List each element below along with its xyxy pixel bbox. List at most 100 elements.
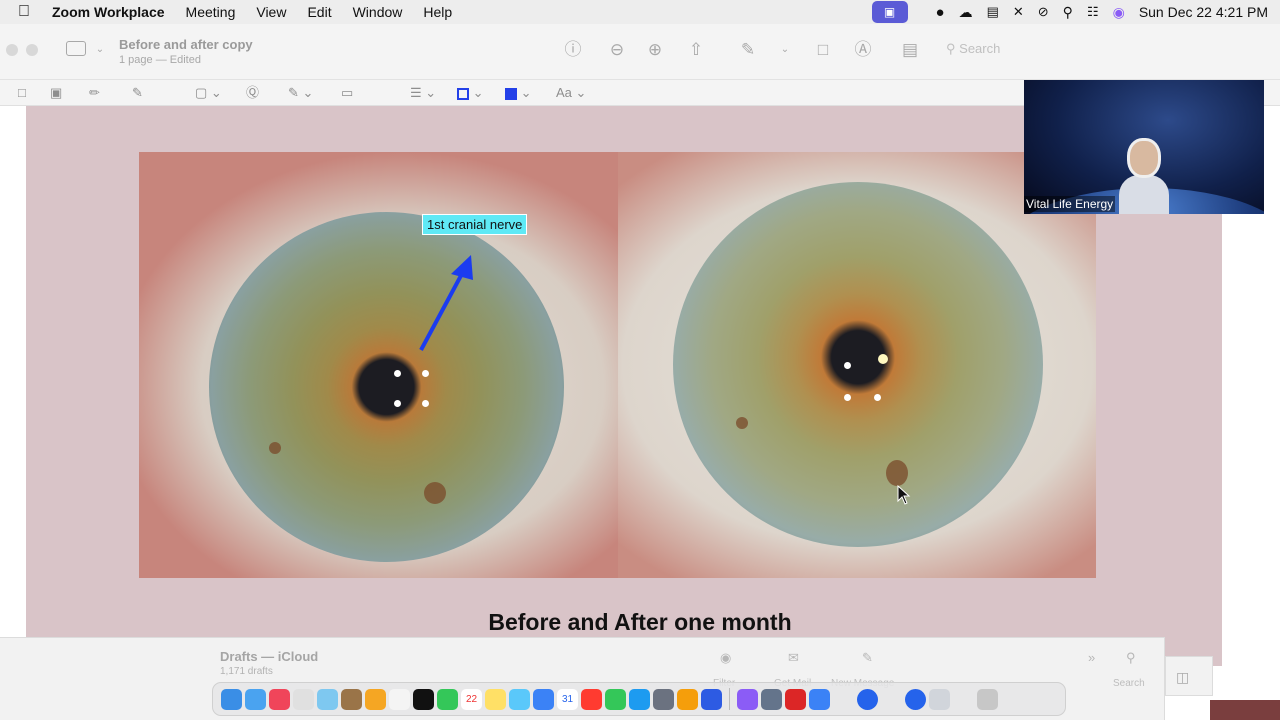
glint bbox=[844, 362, 851, 369]
copy-icon: ◫ bbox=[1176, 669, 1190, 685]
get-mail-icon[interactable]: ✉ bbox=[788, 650, 799, 666]
pages-icon[interactable] bbox=[677, 688, 698, 710]
window-icon[interactable]: ▤ bbox=[987, 4, 999, 20]
freeform-icon[interactable] bbox=[509, 688, 530, 710]
globe-icon[interactable] bbox=[857, 688, 878, 710]
fill-color-icon[interactable]: ⌄ bbox=[505, 84, 532, 102]
window-controls bbox=[6, 44, 38, 56]
draw-icon[interactable]: ✎ bbox=[132, 84, 143, 102]
zoom-video-tile[interactable]: Vital Life Energy bbox=[1024, 80, 1264, 214]
maps-icon[interactable] bbox=[317, 688, 338, 710]
grammarly-icon[interactable]: ● bbox=[936, 4, 945, 21]
calendar-icon[interactable]: 22 bbox=[461, 688, 482, 710]
safari-icon[interactable] bbox=[809, 688, 830, 710]
smart-lasso-icon[interactable]: ▣ bbox=[50, 84, 62, 102]
text-style-label: Aa bbox=[556, 85, 572, 100]
menu-help[interactable]: Help bbox=[423, 4, 452, 20]
line-style-icon[interactable]: ☰ ⌄ bbox=[410, 84, 436, 102]
signature-icon[interactable]: ✎ ⌄ bbox=[288, 84, 313, 102]
news-icon[interactable] bbox=[581, 688, 602, 710]
info-icon[interactable]: ⓘ bbox=[563, 40, 583, 60]
datetime[interactable]: Sun Dec 22 4:21 PM bbox=[1139, 4, 1268, 20]
apple-menu-icon[interactable]:  bbox=[18, 3, 36, 21]
text-box-icon[interactable]: Ⓠ bbox=[246, 84, 259, 102]
note-icon[interactable]: ▭ bbox=[341, 84, 353, 102]
notes-icon[interactable] bbox=[485, 688, 506, 710]
podcasts-icon[interactable] bbox=[737, 688, 758, 710]
reminders-icon[interactable] bbox=[389, 688, 410, 710]
dock: 22 31 bbox=[212, 682, 1066, 716]
finder-icon[interactable] bbox=[221, 688, 242, 710]
sketch-icon[interactable]: ✏ bbox=[89, 84, 100, 102]
settings-icon[interactable] bbox=[653, 688, 674, 710]
cloud-sync-icon[interactable]: ☁ bbox=[959, 4, 973, 21]
menu-view[interactable]: View bbox=[256, 4, 286, 20]
mail-app-icon[interactable] bbox=[245, 688, 266, 710]
photos-icon[interactable] bbox=[365, 688, 386, 710]
notes-brown-icon[interactable] bbox=[341, 688, 362, 710]
mail-search-label: Search bbox=[1113, 678, 1145, 689]
sparkle-off-icon[interactable]: ✕ bbox=[1013, 4, 1024, 20]
search-field[interactable]: ⚲ Search bbox=[946, 41, 1026, 61]
glint bbox=[844, 394, 851, 401]
mail-search-icon[interactable]: ⚲ bbox=[1126, 650, 1136, 666]
app-store-icon[interactable] bbox=[629, 688, 650, 710]
dock-separator bbox=[729, 688, 730, 710]
trash-icon[interactable] bbox=[977, 688, 998, 710]
zoom-in-icon[interactable]: ⊕ bbox=[645, 40, 665, 60]
rotate-icon[interactable]: □ bbox=[813, 40, 833, 60]
secondary-window[interactable]: ◫ bbox=[1165, 656, 1213, 696]
zoom-app-icon[interactable] bbox=[701, 688, 722, 710]
annotation-label[interactable]: 1st cranial nerve bbox=[422, 214, 528, 235]
more-chevron-icon[interactable]: » bbox=[1088, 650, 1095, 665]
spotlight-search-icon[interactable]: ⚲ bbox=[1063, 4, 1073, 21]
iris-spot bbox=[269, 442, 281, 454]
menu-edit[interactable]: Edit bbox=[307, 4, 331, 20]
after-eye-image bbox=[618, 152, 1096, 578]
menu-meeting[interactable]: Meeting bbox=[186, 4, 236, 20]
filter-icon[interactable]: ◉ bbox=[720, 650, 731, 666]
preview-icon[interactable] bbox=[533, 688, 554, 710]
control-center-icon[interactable]: ☷ bbox=[1087, 4, 1099, 20]
document-title[interactable]: Before and after copy bbox=[119, 37, 253, 52]
search-icon: ⚲ bbox=[946, 41, 956, 56]
music-icon[interactable] bbox=[269, 688, 290, 710]
app-menu[interactable]: Zoom Workplace bbox=[52, 4, 165, 20]
share-icon[interactable]: ⇧ bbox=[686, 40, 706, 60]
markup-pen-icon[interactable]: ✎ bbox=[738, 40, 758, 60]
zoom-share-icon[interactable]: ▣ bbox=[871, 1, 908, 23]
siri-icon[interactable]: ◉ bbox=[1113, 4, 1125, 21]
glint bbox=[878, 354, 888, 364]
chevron-down-icon[interactable]: ⌄ bbox=[90, 40, 110, 60]
globe-alt-icon[interactable] bbox=[905, 688, 926, 710]
before-iris bbox=[209, 212, 564, 562]
wifi-off-icon[interactable]: ⊘ bbox=[1038, 4, 1049, 20]
before-eye-image: 1st cranial nerve bbox=[139, 152, 618, 578]
apple-tv-icon[interactable] bbox=[413, 688, 434, 710]
minimize-button[interactable] bbox=[26, 44, 38, 56]
screen-sharing-icon[interactable] bbox=[761, 688, 782, 710]
after-iris bbox=[673, 182, 1043, 547]
annotate-icon[interactable]: Ⓐ bbox=[853, 40, 873, 60]
numbers-icon[interactable] bbox=[605, 688, 626, 710]
pdf-app-icon[interactable] bbox=[785, 688, 806, 710]
compose-icon[interactable]: ✎ bbox=[862, 650, 873, 666]
markup-chevron-icon[interactable]: ⌄ bbox=[775, 40, 795, 60]
document-status: 1 page — Edited bbox=[119, 54, 201, 66]
iris-comparison-image[interactable]: 1st cranial nerve bbox=[139, 152, 1096, 578]
arrow-annotation[interactable] bbox=[409, 250, 489, 360]
folder-icon[interactable] bbox=[929, 688, 950, 710]
sidebar-toggle-icon[interactable] bbox=[66, 41, 86, 56]
border-color-icon[interactable]: ⌄ bbox=[457, 84, 484, 102]
menu-window[interactable]: Window bbox=[353, 4, 403, 20]
launchpad-icon[interactable] bbox=[293, 688, 314, 710]
messages-icon[interactable] bbox=[437, 688, 458, 710]
close-button[interactable] bbox=[6, 44, 18, 56]
calendar-alt-icon[interactable]: 31 bbox=[557, 688, 578, 710]
shapes-icon[interactable]: ▢ ⌄ bbox=[195, 84, 222, 102]
form-fill-icon[interactable]: ▤ bbox=[900, 40, 920, 60]
glint bbox=[394, 400, 401, 407]
text-style-button[interactable]: Aa ⌄ bbox=[556, 84, 586, 102]
rect-select-icon[interactable]: □ bbox=[18, 84, 26, 102]
zoom-out-icon[interactable]: ⊖ bbox=[607, 40, 627, 60]
